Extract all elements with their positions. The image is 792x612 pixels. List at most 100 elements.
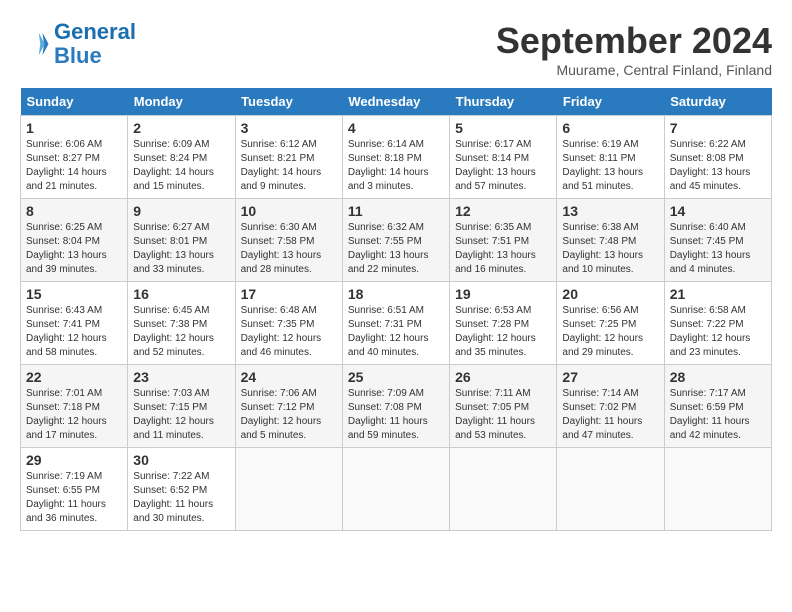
sunrise: Sunrise: 7:09 AM bbox=[348, 388, 424, 399]
day-cell: 9 Sunrise: 6:27 AM Sunset: 8:01 PM Dayli… bbox=[128, 199, 235, 282]
logo-icon bbox=[20, 29, 50, 59]
col-sunday: Sunday bbox=[21, 88, 128, 116]
col-wednesday: Wednesday bbox=[342, 88, 449, 116]
day-info: Sunrise: 6:58 AM Sunset: 7:22 PM Dayligh… bbox=[670, 304, 766, 360]
sunrise: Sunrise: 6:43 AM bbox=[26, 305, 102, 316]
day-info: Sunrise: 6:25 AM Sunset: 8:04 PM Dayligh… bbox=[26, 221, 122, 277]
daylight: Daylight: 11 hours and 30 minutes. bbox=[133, 499, 213, 524]
daylight: Daylight: 11 hours and 36 minutes. bbox=[26, 499, 106, 524]
day-number: 16 bbox=[133, 286, 229, 302]
day-info: Sunrise: 7:19 AM Sunset: 6:55 PM Dayligh… bbox=[26, 470, 122, 526]
day-number: 22 bbox=[26, 369, 122, 385]
day-number: 21 bbox=[670, 286, 766, 302]
daylight: Daylight: 12 hours and 35 minutes. bbox=[455, 333, 536, 358]
day-info: Sunrise: 7:06 AM Sunset: 7:12 PM Dayligh… bbox=[241, 387, 337, 443]
day-cell: 24 Sunrise: 7:06 AM Sunset: 7:12 PM Dayl… bbox=[235, 365, 342, 448]
calendar-table: Sunday Monday Tuesday Wednesday Thursday… bbox=[20, 88, 772, 531]
day-cell: 15 Sunrise: 6:43 AM Sunset: 7:41 PM Dayl… bbox=[21, 282, 128, 365]
daylight: Daylight: 12 hours and 23 minutes. bbox=[670, 333, 751, 358]
day-info: Sunrise: 6:38 AM Sunset: 7:48 PM Dayligh… bbox=[562, 221, 658, 277]
sunrise: Sunrise: 7:17 AM bbox=[670, 388, 746, 399]
col-friday: Friday bbox=[557, 88, 664, 116]
day-cell: 4 Sunrise: 6:14 AM Sunset: 8:18 PM Dayli… bbox=[342, 116, 449, 199]
sunrise: Sunrise: 7:03 AM bbox=[133, 388, 209, 399]
day-info: Sunrise: 6:09 AM Sunset: 8:24 PM Dayligh… bbox=[133, 138, 229, 194]
day-number: 14 bbox=[670, 203, 766, 219]
empty-day-cell bbox=[557, 448, 664, 531]
daylight: Daylight: 11 hours and 53 minutes. bbox=[455, 416, 535, 441]
day-number: 5 bbox=[455, 120, 551, 136]
sunrise: Sunrise: 6:06 AM bbox=[26, 139, 102, 150]
day-cell: 19 Sunrise: 6:53 AM Sunset: 7:28 PM Dayl… bbox=[450, 282, 557, 365]
sunset: Sunset: 8:14 PM bbox=[455, 153, 529, 164]
day-number: 29 bbox=[26, 452, 122, 468]
sunrise: Sunrise: 6:38 AM bbox=[562, 222, 638, 233]
day-cell: 16 Sunrise: 6:45 AM Sunset: 7:38 PM Dayl… bbox=[128, 282, 235, 365]
sunset: Sunset: 7:12 PM bbox=[241, 402, 315, 413]
day-cell: 22 Sunrise: 7:01 AM Sunset: 7:18 PM Dayl… bbox=[21, 365, 128, 448]
sunset: Sunset: 6:55 PM bbox=[26, 485, 100, 496]
sunset: Sunset: 8:18 PM bbox=[348, 153, 422, 164]
day-info: Sunrise: 6:35 AM Sunset: 7:51 PM Dayligh… bbox=[455, 221, 551, 277]
sunrise: Sunrise: 6:48 AM bbox=[241, 305, 317, 316]
day-info: Sunrise: 6:45 AM Sunset: 7:38 PM Dayligh… bbox=[133, 304, 229, 360]
day-cell: 5 Sunrise: 6:17 AM Sunset: 8:14 PM Dayli… bbox=[450, 116, 557, 199]
daylight: Daylight: 13 hours and 57 minutes. bbox=[455, 167, 536, 192]
day-info: Sunrise: 7:14 AM Sunset: 7:02 PM Dayligh… bbox=[562, 387, 658, 443]
sunset: Sunset: 7:15 PM bbox=[133, 402, 207, 413]
day-cell: 20 Sunrise: 6:56 AM Sunset: 7:25 PM Dayl… bbox=[557, 282, 664, 365]
daylight: Daylight: 12 hours and 52 minutes. bbox=[133, 333, 214, 358]
day-info: Sunrise: 6:56 AM Sunset: 7:25 PM Dayligh… bbox=[562, 304, 658, 360]
calendar-row: 22 Sunrise: 7:01 AM Sunset: 7:18 PM Dayl… bbox=[21, 365, 772, 448]
sunset: Sunset: 7:41 PM bbox=[26, 319, 100, 330]
day-number: 18 bbox=[348, 286, 444, 302]
day-number: 9 bbox=[133, 203, 229, 219]
day-number: 23 bbox=[133, 369, 229, 385]
daylight: Daylight: 13 hours and 22 minutes. bbox=[348, 250, 429, 275]
sunset: Sunset: 8:21 PM bbox=[241, 153, 315, 164]
day-cell: 13 Sunrise: 6:38 AM Sunset: 7:48 PM Dayl… bbox=[557, 199, 664, 282]
day-info: Sunrise: 6:06 AM Sunset: 8:27 PM Dayligh… bbox=[26, 138, 122, 194]
day-cell: 23 Sunrise: 7:03 AM Sunset: 7:15 PM Dayl… bbox=[128, 365, 235, 448]
month-title: September 2024 bbox=[496, 20, 772, 62]
daylight: Daylight: 14 hours and 3 minutes. bbox=[348, 167, 429, 192]
daylight: Daylight: 13 hours and 51 minutes. bbox=[562, 167, 643, 192]
day-number: 25 bbox=[348, 369, 444, 385]
day-number: 2 bbox=[133, 120, 229, 136]
daylight: Daylight: 13 hours and 39 minutes. bbox=[26, 250, 107, 275]
day-number: 27 bbox=[562, 369, 658, 385]
day-cell: 11 Sunrise: 6:32 AM Sunset: 7:55 PM Dayl… bbox=[342, 199, 449, 282]
location: Muurame, Central Finland, Finland bbox=[496, 62, 772, 78]
daylight: Daylight: 13 hours and 28 minutes. bbox=[241, 250, 322, 275]
sunrise: Sunrise: 6:22 AM bbox=[670, 139, 746, 150]
day-info: Sunrise: 7:03 AM Sunset: 7:15 PM Dayligh… bbox=[133, 387, 229, 443]
day-cell: 18 Sunrise: 6:51 AM Sunset: 7:31 PM Dayl… bbox=[342, 282, 449, 365]
day-info: Sunrise: 7:01 AM Sunset: 7:18 PM Dayligh… bbox=[26, 387, 122, 443]
day-info: Sunrise: 6:53 AM Sunset: 7:28 PM Dayligh… bbox=[455, 304, 551, 360]
sunrise: Sunrise: 7:19 AM bbox=[26, 471, 102, 482]
sunrise: Sunrise: 6:45 AM bbox=[133, 305, 209, 316]
day-cell: 7 Sunrise: 6:22 AM Sunset: 8:08 PM Dayli… bbox=[664, 116, 771, 199]
day-cell: 27 Sunrise: 7:14 AM Sunset: 7:02 PM Dayl… bbox=[557, 365, 664, 448]
sunset: Sunset: 7:28 PM bbox=[455, 319, 529, 330]
col-thursday: Thursday bbox=[450, 88, 557, 116]
sunset: Sunset: 7:25 PM bbox=[562, 319, 636, 330]
sunset: Sunset: 7:05 PM bbox=[455, 402, 529, 413]
sunset: Sunset: 7:45 PM bbox=[670, 236, 744, 247]
sunrise: Sunrise: 6:25 AM bbox=[26, 222, 102, 233]
day-cell: 14 Sunrise: 6:40 AM Sunset: 7:45 PM Dayl… bbox=[664, 199, 771, 282]
logo-text: General Blue bbox=[54, 20, 136, 68]
sunset: Sunset: 8:24 PM bbox=[133, 153, 207, 164]
sunrise: Sunrise: 7:01 AM bbox=[26, 388, 102, 399]
sunset: Sunset: 7:51 PM bbox=[455, 236, 529, 247]
day-number: 19 bbox=[455, 286, 551, 302]
title-block: September 2024 Muurame, Central Finland,… bbox=[496, 20, 772, 78]
logo: General Blue bbox=[20, 20, 136, 68]
empty-day-cell bbox=[235, 448, 342, 531]
day-number: 15 bbox=[26, 286, 122, 302]
day-number: 28 bbox=[670, 369, 766, 385]
sunrise: Sunrise: 6:56 AM bbox=[562, 305, 638, 316]
sunset: Sunset: 7:38 PM bbox=[133, 319, 207, 330]
sunrise: Sunrise: 6:32 AM bbox=[348, 222, 424, 233]
day-cell: 3 Sunrise: 6:12 AM Sunset: 8:21 PM Dayli… bbox=[235, 116, 342, 199]
